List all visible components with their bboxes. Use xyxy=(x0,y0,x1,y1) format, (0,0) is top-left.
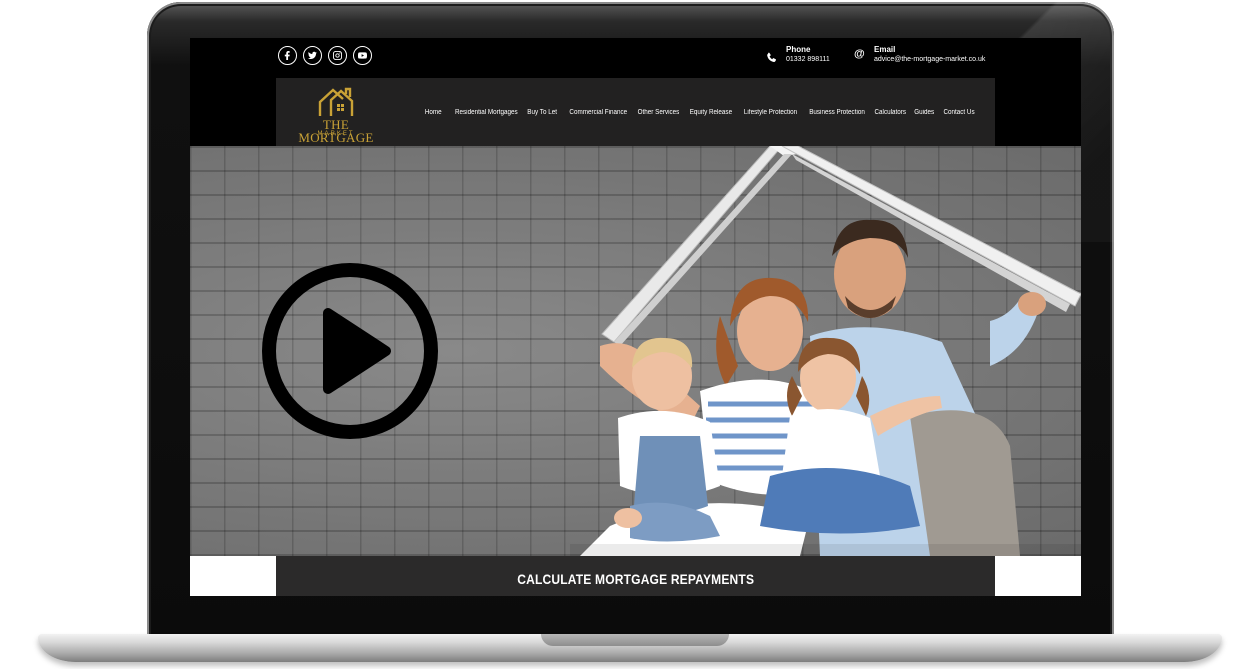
site-logo[interactable]: THE MORTGAGE MARKET xyxy=(284,86,388,144)
youtube-link[interactable] xyxy=(353,46,372,65)
phone-label: Phone xyxy=(786,45,811,54)
nav-item-calculators[interactable]: Calculators xyxy=(875,108,907,117)
cta-label: CALCULATE MORTGAGE REPAYMENTS xyxy=(517,571,754,587)
phone-icon xyxy=(766,51,778,63)
email-label: Email xyxy=(874,45,896,54)
house-logo-icon xyxy=(318,87,354,116)
nav-item-buy-to-let[interactable]: Buy To Let xyxy=(527,108,557,117)
twitter-icon xyxy=(308,51,317,60)
facebook-icon xyxy=(284,51,290,60)
nav-item-business-protection[interactable]: Business Protection xyxy=(809,108,865,117)
instagram-icon xyxy=(333,51,342,60)
email-contact[interactable]: @ Email advice@the-mortgage-market.co.uk xyxy=(854,45,985,65)
nav-item-contact-us[interactable]: Contact Us xyxy=(944,108,975,117)
calculate-repayments-button[interactable]: CALCULATE MORTGAGE REPAYMENTS xyxy=(276,556,995,596)
main-navbar: THE MORTGAGE MARKET Home Residential Mor… xyxy=(276,78,995,146)
nav-item-other-services[interactable]: Other Services xyxy=(637,108,679,117)
nav-item-guides[interactable]: Guides xyxy=(914,108,934,117)
social-links xyxy=(278,46,372,65)
nav-item-residential-mortgages[interactable]: Residential Mortgages xyxy=(455,108,518,117)
play-icon xyxy=(323,308,391,394)
phone-number[interactable]: 01332 898111 xyxy=(786,55,830,65)
at-sign-icon: @ xyxy=(854,48,865,60)
family-under-roof-photo xyxy=(570,146,1081,556)
nav-item-lifestyle-protection[interactable]: Lifestyle Protection xyxy=(744,108,797,117)
twitter-link[interactable] xyxy=(303,46,322,65)
logo-sub-text: MARKET xyxy=(317,131,355,137)
top-bar: Phone 01332 898111 @ Email advice@the-mo… xyxy=(190,38,1081,78)
instagram-link[interactable] xyxy=(328,46,347,65)
nav-item-equity-release[interactable]: Equity Release xyxy=(690,108,732,117)
nav-item-commercial-finance[interactable]: Commercial Finance xyxy=(569,108,627,117)
nav-item-home[interactable]: Home xyxy=(425,108,442,117)
main-menu: Home Residential Mortgages Buy To Let Co… xyxy=(423,108,975,117)
laptop-notch xyxy=(541,634,729,646)
email-address[interactable]: advice@the-mortgage-market.co.uk xyxy=(874,55,985,65)
laptop-screen: Phone 01332 898111 @ Email advice@the-mo… xyxy=(190,38,1081,596)
play-video-button[interactable] xyxy=(260,261,440,441)
facebook-link[interactable] xyxy=(278,46,297,65)
phone-contact[interactable]: Phone 01332 898111 xyxy=(766,45,830,65)
hero-banner xyxy=(190,146,1081,556)
cta-band: CALCULATE MORTGAGE REPAYMENTS xyxy=(190,556,1081,596)
youtube-icon xyxy=(358,52,367,59)
